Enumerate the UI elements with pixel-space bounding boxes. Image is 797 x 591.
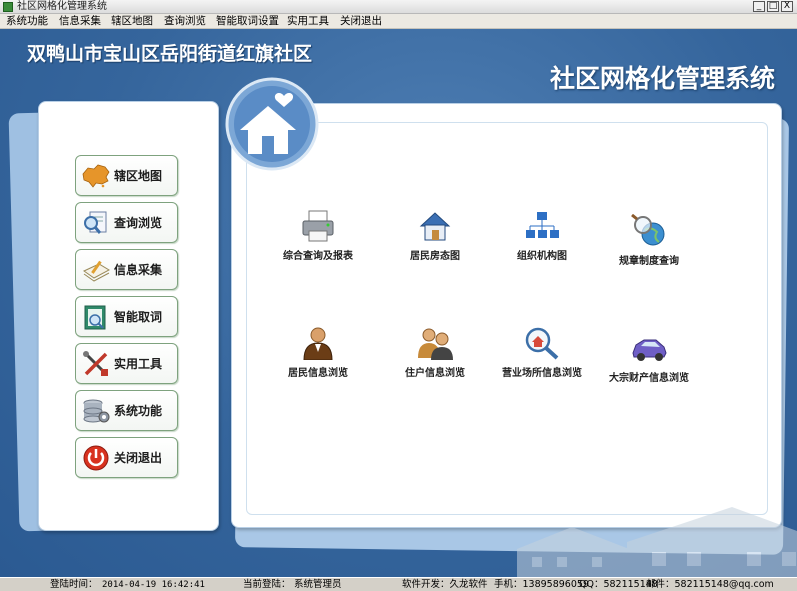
nav-button-map[interactable]: 辖区地图 <box>75 155 178 196</box>
nav-label: 系统功能 <box>114 404 163 418</box>
window-title: 社区网格化管理系统 <box>17 1 107 12</box>
status-bar: 登陆时间： 2014-04-19 16:42:41 当前登陆： 系统管理员 软件… <box>0 577 797 591</box>
menu-wordpick[interactable]: 智能取词设置 <box>216 14 279 29</box>
org-chart-icon <box>526 212 559 238</box>
function-frame <box>246 122 768 515</box>
nav-button-tools[interactable]: 实用工具 <box>75 343 178 384</box>
menu-map[interactable]: 辖区地图 <box>111 14 153 29</box>
menu-tools[interactable]: 实用工具 <box>287 14 329 29</box>
developer-info: 软件开发：久龙软件 <box>402 579 488 590</box>
login-time-label: 登陆时间： <box>50 579 98 590</box>
app-icon <box>3 2 13 12</box>
func-label: 综合查询及报表 <box>283 251 353 262</box>
menu-exit[interactable]: 关闭退出 <box>340 14 382 29</box>
func-label: 居民信息浏览 <box>288 368 348 379</box>
nav-button-exit[interactable]: 关闭退出 <box>75 437 178 478</box>
magnifier-document-icon <box>84 211 107 234</box>
func-house-map[interactable]: 居民房态图 <box>375 209 495 275</box>
func-business-info[interactable]: 营业场所信息浏览 <box>482 326 602 392</box>
menu-collect[interactable]: 信息采集 <box>59 14 101 29</box>
community-name: 双鸭山市宝山区岳阳街道红旗社区 <box>27 43 313 65</box>
power-icon <box>83 445 109 471</box>
current-user-label: 当前登陆： <box>243 579 291 590</box>
printer-icon <box>302 210 334 242</box>
func-regulations[interactable]: 规章制度查询 <box>589 214 709 280</box>
menu-query[interactable]: 查询浏览 <box>164 14 206 29</box>
globe-magnifier-icon <box>631 214 665 246</box>
func-label: 居民房态图 <box>410 251 460 262</box>
business-search-icon <box>525 327 559 360</box>
func-household-info[interactable]: 住户信息浏览 <box>375 326 495 392</box>
pencil-notes-icon <box>83 260 111 282</box>
nav-label: 关闭退出 <box>114 451 163 465</box>
func-property-info[interactable]: 大宗财产信息浏览 <box>589 331 709 397</box>
houses-watermark <box>517 507 797 577</box>
book-magnifier-icon <box>84 305 106 330</box>
nav-label: 查询浏览 <box>114 216 163 230</box>
nav-label: 实用工具 <box>114 357 163 371</box>
func-label: 组织机构图 <box>517 251 567 262</box>
menu-system[interactable]: 系统功能 <box>6 14 48 29</box>
func-label: 住户信息浏览 <box>405 368 465 379</box>
nav-button-collect[interactable]: 信息采集 <box>75 249 178 290</box>
func-label: 规章制度查询 <box>619 256 679 267</box>
nav-label: 信息采集 <box>114 263 163 277</box>
database-gear-icon <box>83 399 110 423</box>
login-time: 2014-04-19 16:42:41 <box>102 580 205 590</box>
title-bar: 社区网格化管理系统 _ □ X <box>0 0 797 14</box>
sidebar-panel: 辖区地图 查询浏览 信息采集 智能取词 实用工具 系统功能 关闭退出 <box>38 101 219 531</box>
minimize-button[interactable]: _ <box>753 1 765 12</box>
nav-label: 辖区地图 <box>114 169 163 183</box>
car-icon <box>632 339 667 361</box>
tools-icon <box>83 351 108 376</box>
resident-icon <box>303 327 333 360</box>
system-title: 社区网格化管理系统 <box>549 64 775 93</box>
func-label: 大宗财产信息浏览 <box>609 373 689 384</box>
nav-button-query[interactable]: 查询浏览 <box>75 202 178 243</box>
nav-button-system[interactable]: 系统功能 <box>75 390 178 431</box>
main-area: 双鸭山市宝山区岳阳街道红旗社区 社区网格化管理系统 辖区地图 查询浏览 信息采集… <box>0 29 797 577</box>
email-info: 邮件：582115148@qq.com <box>646 579 774 590</box>
china-map-icon <box>82 164 110 188</box>
func-org-chart[interactable]: 组织机构图 <box>482 209 602 275</box>
nav-label: 智能取词 <box>114 310 163 324</box>
household-icon <box>418 328 453 360</box>
menu-bar: 系统功能 信息采集 辖区地图 查询浏览 智能取词设置 实用工具 关闭退出 <box>0 14 797 29</box>
func-label: 营业场所信息浏览 <box>502 368 582 379</box>
func-report[interactable]: 综合查询及报表 <box>258 209 378 275</box>
func-resident-info[interactable]: 居民信息浏览 <box>258 326 378 392</box>
house-icon <box>419 212 451 241</box>
current-user: 系统管理员 <box>294 579 342 590</box>
maximize-button[interactable]: □ <box>767 1 779 12</box>
close-button[interactable]: X <box>781 1 793 12</box>
house-badge-icon <box>225 77 319 171</box>
nav-button-wordpick[interactable]: 智能取词 <box>75 296 178 337</box>
phone-info: 手机：13895896059 <box>494 579 589 590</box>
